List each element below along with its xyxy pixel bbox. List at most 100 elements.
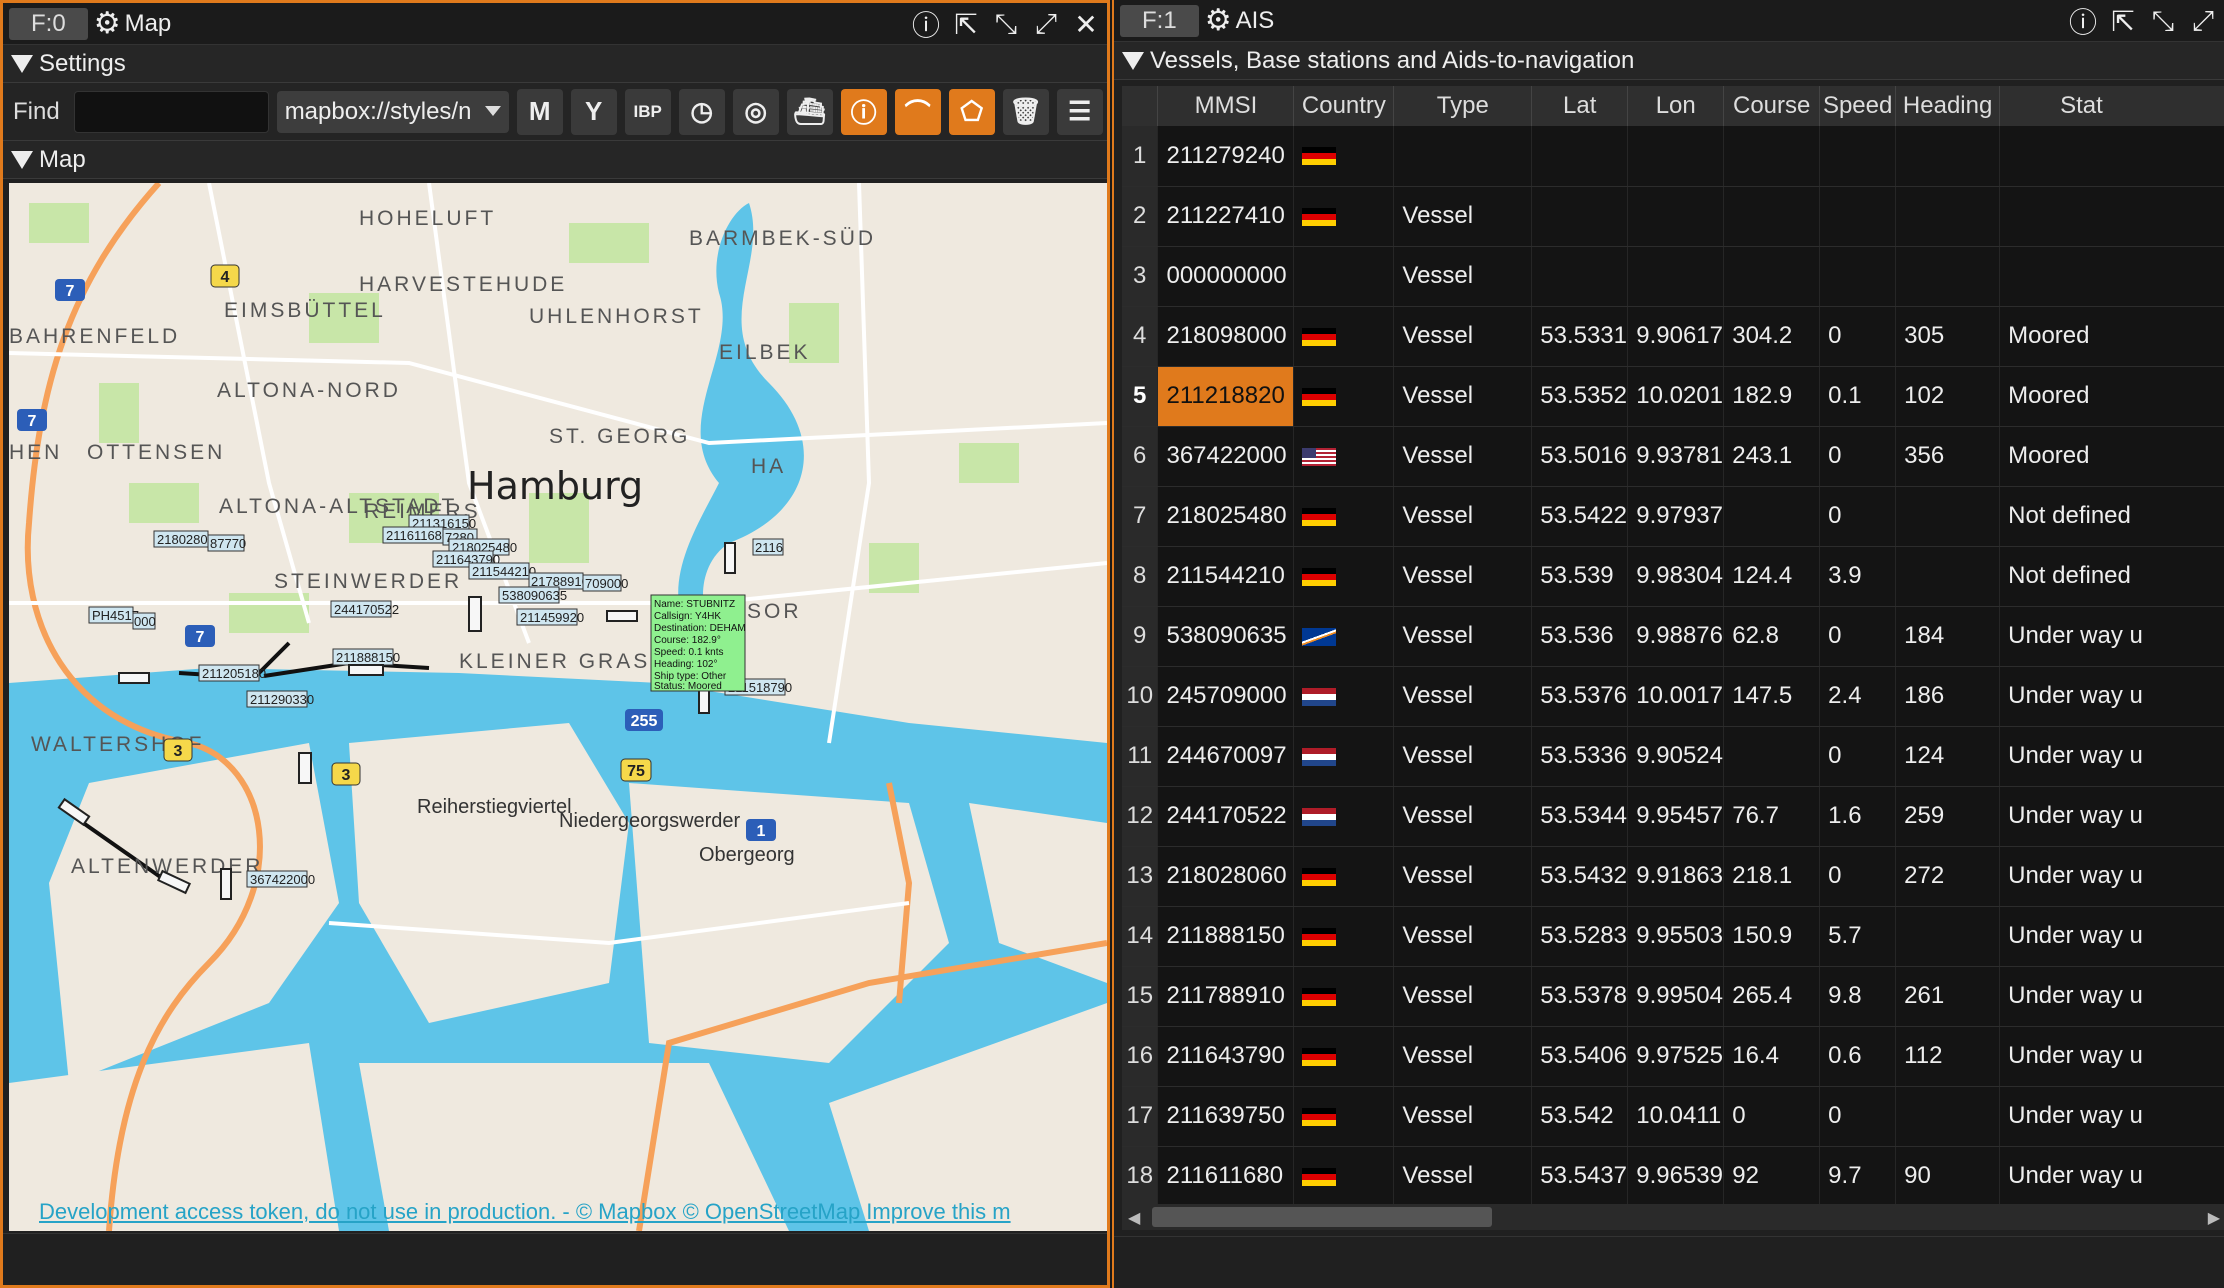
status-cell[interactable]: Moored [1999,306,2224,367]
course-cell[interactable] [1723,246,1821,307]
m-button[interactable]: M [516,88,563,135]
type-cell[interactable]: Vessel [1393,546,1533,607]
vessel-label[interactable]: PH4517 [92,608,139,623]
heading-cell[interactable] [1895,486,2001,547]
table-row[interactable]: 14 211888150 Vessel 53.5283 9.95503 150.9 5.7 U… [1122,906,2224,967]
lat-cell[interactable] [1531,186,1629,247]
heading-cell[interactable]: 272 [1895,846,2001,907]
speed-cell[interactable]: 0 [1819,306,1897,367]
table-row[interactable]: 11 244670097 Vessel 53.5336 9.90524 0 124 Under… [1122,726,2224,787]
table-row[interactable]: 7 218025480 Vessel 53.5422 9.97937 0 Not defin… [1122,486,2224,547]
heading-cell[interactable]: 102 [1895,366,2001,427]
detach-icon[interactable]: ⇱ [949,7,983,41]
mmsi-cell[interactable]: 211544210 [1157,546,1295,607]
lon-cell[interactable]: 9.90617 [1627,306,1725,367]
mmsi-cell[interactable]: 211788910 [1157,966,1295,1027]
speed-cell[interactable]: 0 [1819,426,1897,487]
lat-cell[interactable]: 53.542 [1531,1086,1629,1147]
status-cell[interactable]: Not defined [1999,486,2224,547]
type-cell[interactable]: Vessel [1393,786,1533,847]
country-cell[interactable] [1293,1146,1395,1206]
collapse-triangle-icon[interactable] [1122,51,1144,70]
course-cell[interactable] [1723,186,1821,247]
scroll-right-icon[interactable]: ▶ [2208,1208,2220,1228]
country-cell[interactable] [1293,426,1395,487]
vessel-label[interactable]: 211544210 [472,564,536,579]
table-row[interactable]: 2 211227410 Vessel [1122,186,2224,247]
column-header[interactable]: Stat [1999,86,2224,126]
lat-cell[interactable]: 53.5376 [1531,666,1629,727]
row-index[interactable]: 13 [1122,846,1159,907]
heading-cell[interactable]: 90 [1895,1146,2001,1206]
lon-cell[interactable]: 9.98304 [1627,546,1725,607]
lat-cell[interactable]: 53.5406 [1531,1026,1629,1087]
speed-cell[interactable]: 0 [1819,846,1897,907]
heading-cell[interactable]: 184 [1895,606,2001,667]
type-cell[interactable]: Vessel [1393,846,1533,907]
status-cell[interactable]: Under way u [1999,666,2224,727]
shrink-icon[interactable]: ⤡ [2146,4,2180,38]
type-cell[interactable]: Vessel [1393,486,1533,547]
course-cell[interactable]: 124.4 [1723,546,1821,607]
vessel-marker[interactable] [220,868,232,900]
country-cell[interactable] [1293,186,1395,247]
lon-cell[interactable]: 9.97525 [1627,1026,1725,1087]
heading-cell[interactable]: 259 [1895,786,2001,847]
shrink-icon[interactable]: ⤡ [989,7,1023,41]
vessel-label[interactable]: 244170522 [334,602,399,617]
heading-cell[interactable]: 186 [1895,666,2001,727]
mmsi-cell[interactable]: 211279240 [1157,126,1295,187]
column-header[interactable]: Heading [1895,86,2001,126]
column-header[interactable]: Country [1293,86,1395,126]
mmsi-cell[interactable]: 244670097 [1157,726,1295,787]
find-input[interactable] [73,90,269,133]
frame-tab[interactable]: F:1 [1120,4,1199,37]
heading-cell[interactable]: 261 [1895,966,2001,1027]
lon-cell[interactable]: 9.98876 [1627,606,1725,667]
course-cell[interactable]: 62.8 [1723,606,1821,667]
vessel-label[interactable]: 211459920 [520,610,584,625]
lat-cell[interactable] [1531,126,1629,187]
lat-cell[interactable]: 53.5352 [1531,366,1629,427]
row-index[interactable]: 16 [1122,1026,1159,1087]
country-cell[interactable] [1293,546,1395,607]
vessel-label[interactable]: 000 [134,614,156,629]
country-cell[interactable] [1293,246,1395,307]
table-row[interactable]: 17 211639750 Vessel 53.542 10.0411 0 0 Under wa… [1122,1086,2224,1147]
lat-cell[interactable]: 53.539 [1531,546,1629,607]
row-index[interactable]: 3 [1122,246,1159,307]
status-cell[interactable] [1999,126,2224,187]
table-row[interactable]: 6 367422000 Vessel 53.5016 9.93781 243.1 0 356 M… [1122,426,2224,487]
lon-cell[interactable]: 10.0201 [1627,366,1725,427]
course-cell[interactable]: 147.5 [1723,666,1821,727]
status-cell[interactable]: Under way u [1999,966,2224,1027]
lon-cell[interactable]: 10.0411 [1627,1086,1725,1147]
status-cell[interactable]: Under way u [1999,906,2224,967]
mmsi-cell[interactable]: 218028060 [1157,846,1295,907]
course-cell[interactable]: 0 [1723,1086,1821,1147]
mmsi-cell[interactable]: 211218820 [1157,366,1295,427]
frame-tab[interactable]: F:0 [9,7,88,40]
row-index[interactable]: 11 [1122,726,1159,787]
course-cell[interactable]: 265.4 [1723,966,1821,1027]
column-header[interactable]: Type [1393,86,1533,126]
vessel-label[interactable]: 87770 [210,536,246,551]
vessel-marker[interactable] [606,610,638,622]
mmsi-cell[interactable]: 211639750 [1157,1086,1295,1147]
scroll-left-icon[interactable]: ◀ [1128,1208,1140,1228]
vessel-label[interactable]: 2116 [755,540,783,555]
detach-icon[interactable]: ⇱ [2106,4,2140,38]
lon-cell[interactable] [1627,246,1725,307]
table-row[interactable]: 1 211279240 [1122,126,2224,187]
column-header[interactable]: Course [1723,86,1821,126]
vessel-marker[interactable] [348,664,384,676]
country-cell[interactable] [1293,606,1395,667]
row-index[interactable]: 17 [1122,1086,1159,1147]
table-row[interactable]: 9 538090635 Vessel 53.536 9.98876 62.8 0 184 Und… [1122,606,2224,667]
row-index[interactable]: 12 [1122,786,1159,847]
row-index[interactable]: 7 [1122,486,1159,547]
country-cell[interactable] [1293,846,1395,907]
ship-icon[interactable]: ⛴ [786,88,833,135]
status-cell[interactable] [1999,186,2224,247]
gear-icon[interactable]: ⚙ [94,6,121,41]
